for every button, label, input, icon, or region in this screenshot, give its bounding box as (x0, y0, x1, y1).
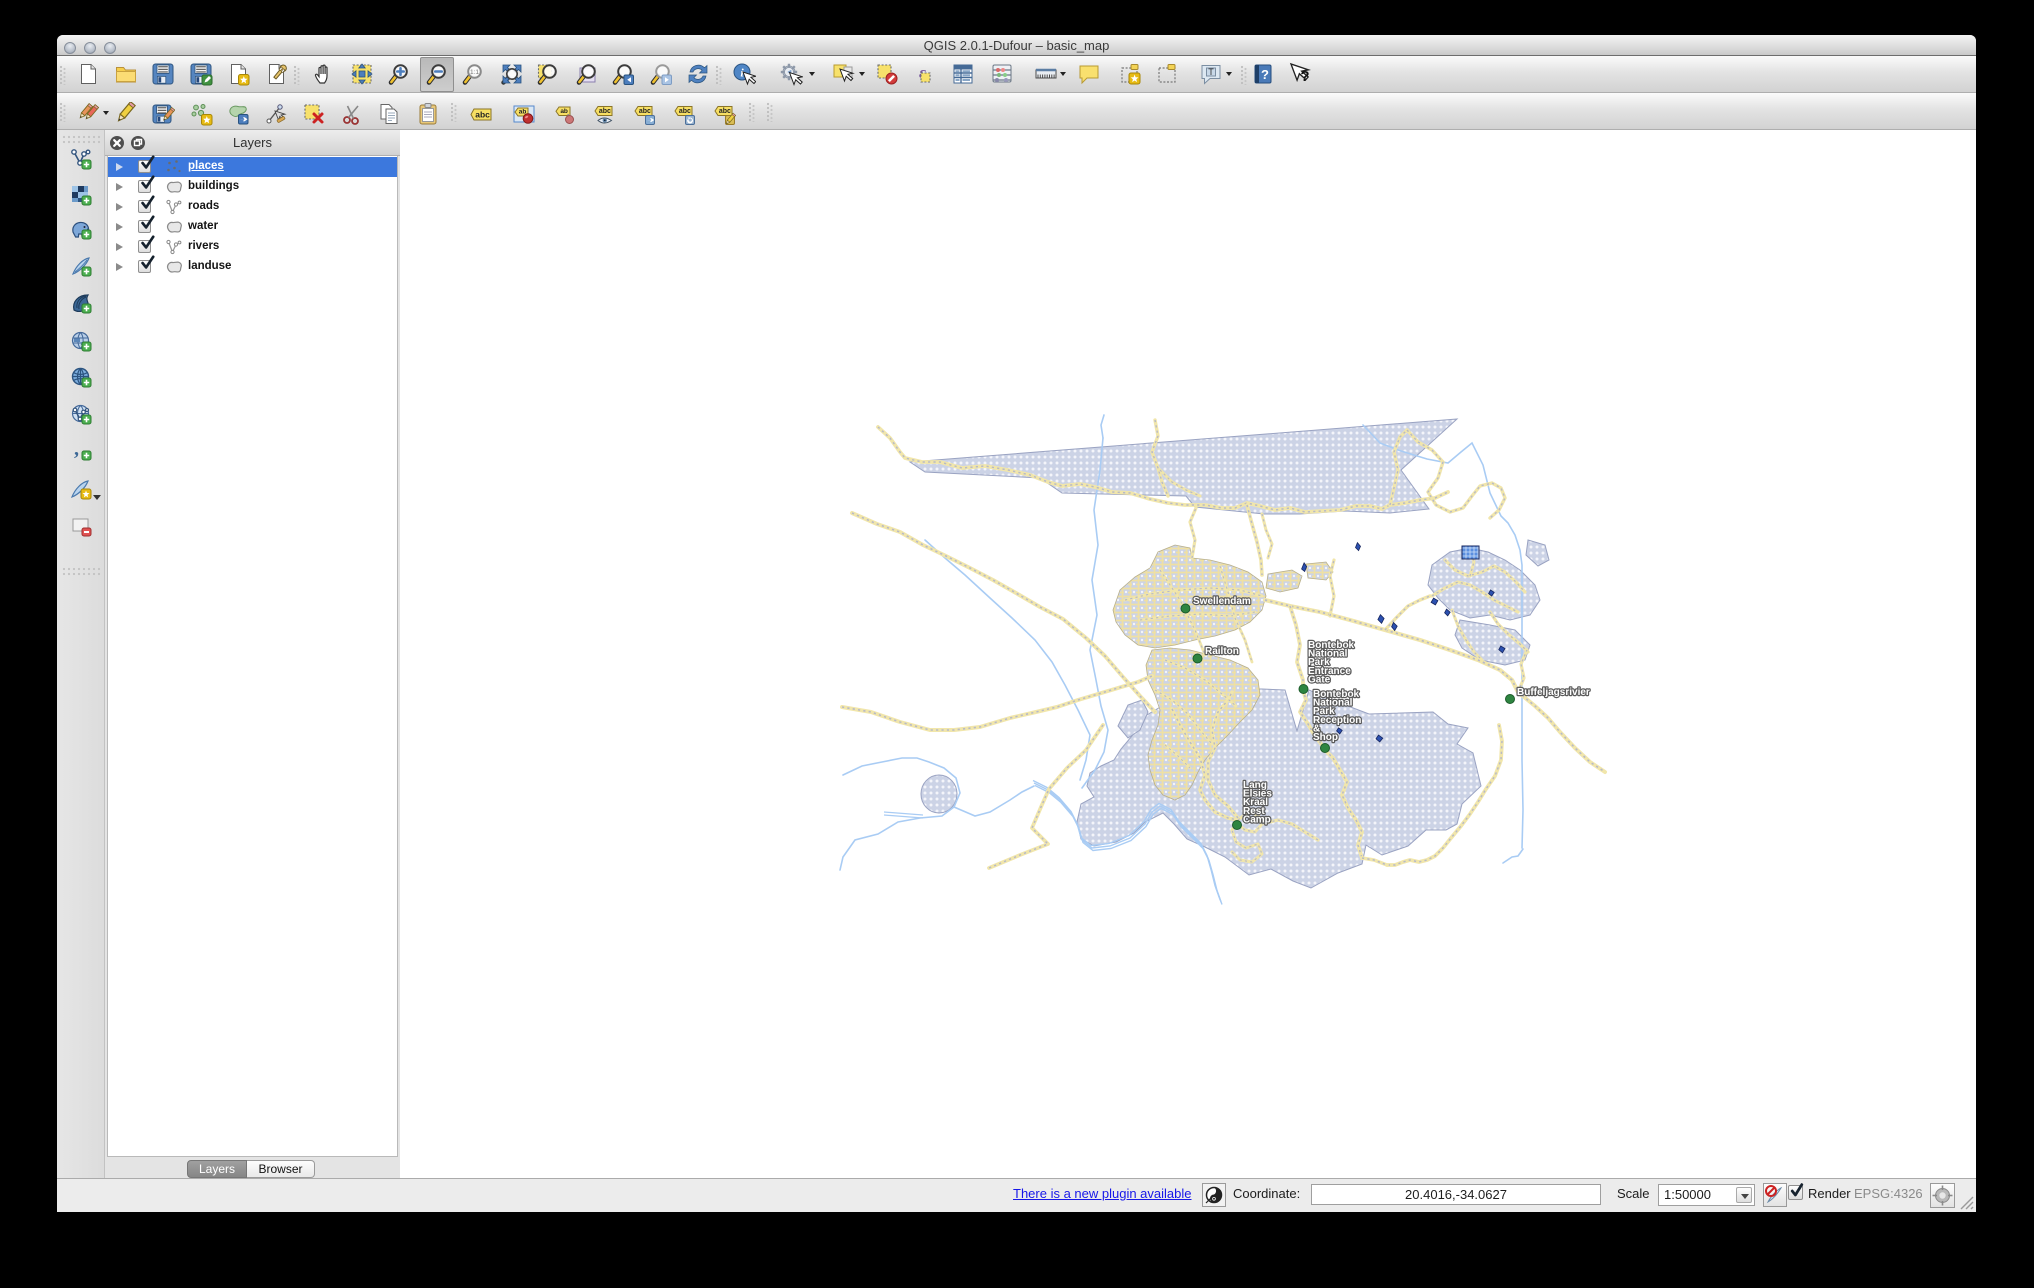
svg-text:T: T (1208, 67, 1214, 77)
svg-text:abc: abc (475, 110, 490, 120)
svg-text:?: ? (1300, 68, 1309, 85)
svg-text:BontebokNationalParkEntranceGa: BontebokNationalParkEntranceGate (1308, 640, 1355, 685)
svg-text:abc: abc (719, 108, 731, 115)
svg-text:abc: abc (599, 108, 611, 115)
svg-text:Swellendam: Swellendam (1193, 596, 1251, 607)
svg-text:1:1: 1:1 (470, 69, 479, 76)
svg-text:Buffeljagsrivier: Buffeljagsrivier (1517, 687, 1590, 698)
svg-text:abc: abc (639, 108, 651, 115)
svg-text:,: , (74, 439, 79, 460)
svg-text:ab: ab (560, 108, 568, 115)
svg-text:Railton: Railton (1205, 646, 1239, 657)
svg-text:?: ? (1261, 67, 1269, 82)
svg-text:abc: abc (679, 108, 691, 115)
